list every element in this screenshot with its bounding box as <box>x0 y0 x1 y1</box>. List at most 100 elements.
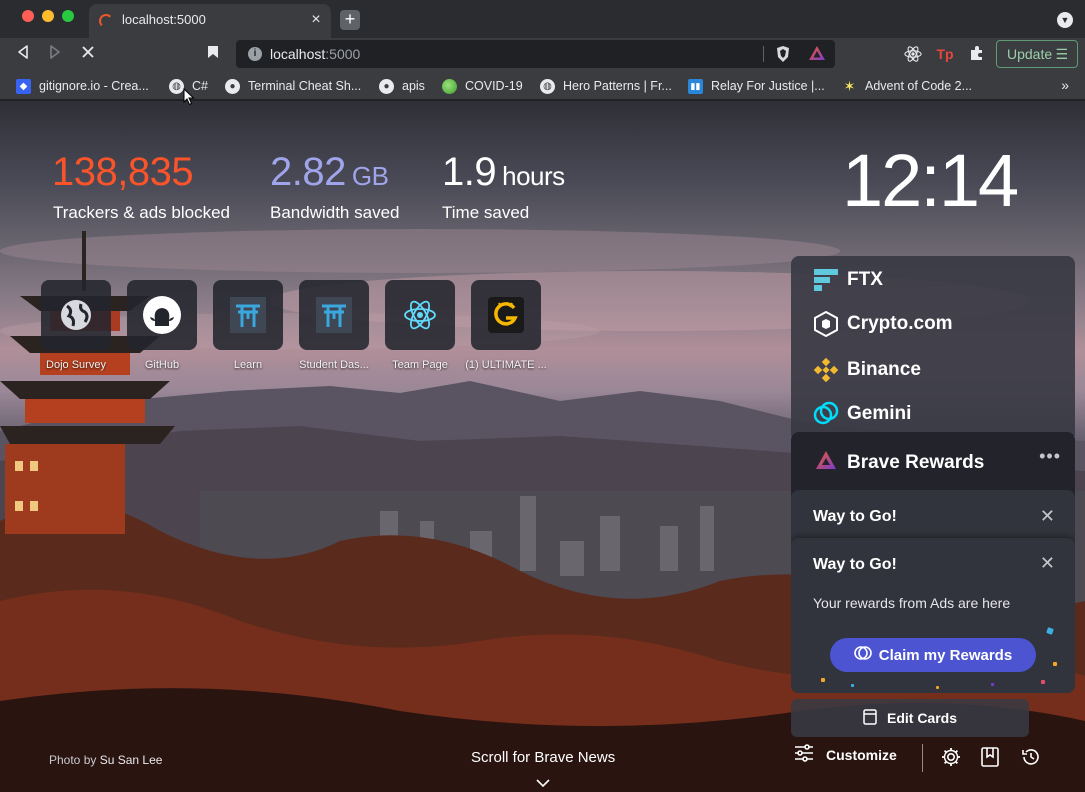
photo-author-link[interactable]: Su San Lee <box>100 753 163 767</box>
ftx-icon <box>813 267 839 293</box>
globe-icon: ◍ <box>540 78 555 94</box>
forward-arrow-icon <box>50 45 60 59</box>
omnibox-divider <box>763 46 764 62</box>
close-icon[interactable]: ✕ <box>1040 507 1055 525</box>
exchange-binance[interactable]: Binance <box>813 356 921 384</box>
bookmark-item[interactable]: ● Terminal Cheat Sh... <box>225 77 361 95</box>
history-icon[interactable] <box>1020 746 1042 768</box>
claim-rewards-label: Claim my Rewards <box>878 646 1013 664</box>
confetti-piece <box>936 686 939 689</box>
chevron-down-icon[interactable] <box>536 776 550 790</box>
notification-title: Way to Go! <box>813 508 897 525</box>
exchange-gemini[interactable]: Gemini <box>813 400 911 428</box>
back-button[interactable] <box>12 44 34 66</box>
sliders-icon <box>794 744 814 765</box>
confetti-piece <box>1041 680 1045 684</box>
notification-title: Way to Go! <box>813 556 897 573</box>
trackers-blocked-value: 138,835 <box>52 150 194 194</box>
forward-button[interactable] <box>44 44 66 66</box>
active-tab[interactable]: localhost:5000 × <box>89 4 331 38</box>
confetti-piece <box>851 684 854 687</box>
top-site-tile[interactable]: Learn <box>213 280 285 371</box>
globe-icon <box>61 300 91 330</box>
star-icon: ✶ <box>843 77 856 94</box>
notification-text: Your rewards from Ads are here <box>813 595 1011 611</box>
update-button[interactable]: Update ☰ <box>996 40 1078 68</box>
globe-icon: ◍ <box>169 78 184 94</box>
close-icon[interactable]: ✕ <box>1040 554 1055 572</box>
claim-rewards-button[interactable]: Claim my Rewards <box>830 638 1036 672</box>
bookmark-button[interactable] <box>202 44 224 66</box>
bookmark-item[interactable]: ◆ gitignore.io - Crea... <box>16 77 149 95</box>
clock: 12:14 <box>842 139 1019 222</box>
bookmark-icon <box>208 46 218 58</box>
react-devtools-icon[interactable] <box>904 45 922 63</box>
update-label: Update <box>1007 46 1053 62</box>
confetti-piece <box>1046 627 1054 635</box>
url-host: localhost <box>270 46 326 62</box>
top-site-tile[interactable]: GitHub <box>127 280 199 371</box>
window-minimize-button[interactable] <box>42 10 54 22</box>
tab-search-button[interactable]: ▼ <box>1057 12 1073 28</box>
bookmark-label: Terminal Cheat Sh... <box>248 79 362 93</box>
customize-button[interactable]: Customize <box>794 744 897 765</box>
back-arrow-icon <box>18 45 28 59</box>
tp-extension-icon[interactable]: Tp <box>936 45 954 63</box>
edit-cards-button[interactable]: Edit Cards <box>791 699 1029 737</box>
binance-icon <box>813 357 839 383</box>
gemini-icon <box>813 401 839 427</box>
bandwidth-saved-value: 2.82 GB <box>270 150 389 195</box>
exchange-label: FTX <box>847 269 883 290</box>
bookmark-item[interactable]: ▮▮ Relay For Justice |... <box>688 77 825 95</box>
more-bookmarks-button[interactable]: » <box>1061 77 1069 93</box>
new-tab-button[interactable]: + <box>340 10 360 30</box>
url-port: :5000 <box>325 46 361 62</box>
time-unit: hours <box>502 161 565 191</box>
customize-label: Customize <box>826 746 897 763</box>
brave-shields-icon[interactable] <box>774 45 792 63</box>
bookmarks-icon[interactable] <box>980 746 1002 768</box>
top-site-tile[interactable]: Team Page <box>385 280 457 371</box>
top-site-tile[interactable]: Dojo Survey <box>41 280 113 371</box>
rewards-more-options-button[interactable]: ••• <box>1039 446 1061 467</box>
top-site-label: (1) ULTIMATE ... <box>465 359 547 371</box>
torii-gate-icon <box>316 297 352 333</box>
url-text[interactable]: localhost:5000 <box>270 46 360 62</box>
window-close-button[interactable] <box>22 10 34 22</box>
exchange-label: Binance <box>847 359 921 380</box>
scroll-for-brave-news[interactable]: Scroll for Brave News <box>471 749 615 766</box>
extensions-puzzle-icon[interactable] <box>968 45 986 63</box>
react-icon <box>404 300 436 330</box>
edit-cards-label: Edit Cards <box>886 710 957 726</box>
settings-gear-icon[interactable] <box>940 746 962 768</box>
bookmark-item[interactable]: ✶ Advent of Code 2... <box>842 77 972 95</box>
address-bar[interactable]: i localhost:5000 <box>236 40 835 68</box>
top-site-tile[interactable]: (1) ULTIMATE ... <box>465 280 547 371</box>
bookmark-label: COVID-19 <box>465 79 523 93</box>
github-icon: ● <box>225 78 240 94</box>
browser-toolbar: i localhost:5000 Tp Update ☰ <box>0 38 1085 72</box>
exchange-ftx[interactable]: FTX <box>813 266 883 294</box>
coins-icon <box>853 646 872 664</box>
stop-icon <box>82 46 94 58</box>
stop-button[interactable] <box>77 44 99 66</box>
bookmark-item[interactable]: COVID-19 <box>442 77 523 95</box>
exchange-crypto-com[interactable]: Crypto.com <box>813 310 953 338</box>
bookmark-item[interactable]: ● apis <box>379 77 425 95</box>
top-site-label: Dojo Survey <box>46 359 106 371</box>
top-site-tile[interactable]: Student Das... <box>299 280 371 371</box>
bookmark-item[interactable]: ◍ Hero Patterns | Fr... <box>540 77 672 95</box>
top-site-label: Learn <box>233 359 263 371</box>
tab-title: localhost:5000 <box>122 12 206 27</box>
crypto-com-icon <box>813 311 839 337</box>
brave-rewards-icon[interactable] <box>808 45 826 63</box>
rewards-header: Brave Rewards <box>815 450 984 476</box>
exchange-label: Gemini <box>847 403 912 424</box>
site-info-icon[interactable]: i <box>248 47 262 61</box>
brave-rewards-icon <box>815 450 837 476</box>
bandwidth-saved-label: Bandwidth saved <box>270 203 400 222</box>
bookmark-label: Relay For Justice |... <box>711 79 825 93</box>
window-maximize-button[interactable] <box>62 10 74 22</box>
footer-divider <box>922 744 923 772</box>
tab-close-button[interactable]: × <box>307 11 325 29</box>
